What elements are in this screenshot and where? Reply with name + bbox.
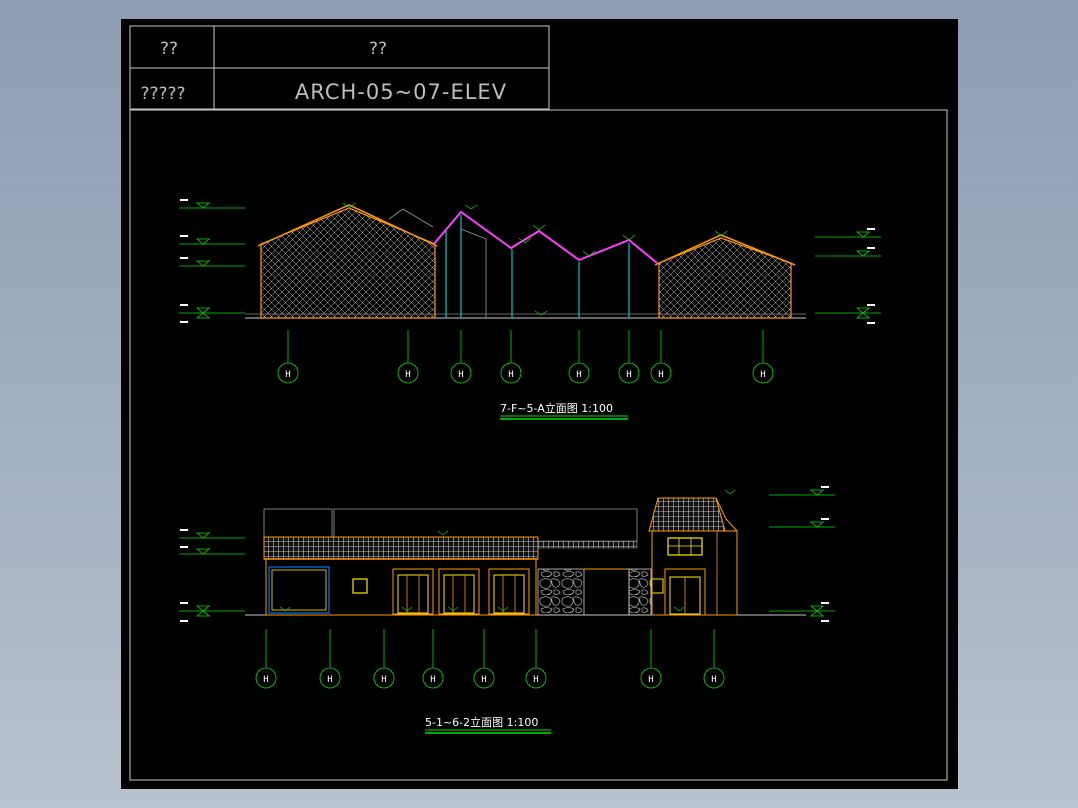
grid-label-bottom-2: H: [327, 675, 332, 685]
grid-label-top-6: H: [626, 370, 631, 380]
grid-label-bottom-7: H: [648, 675, 653, 685]
grid-label-bottom-3: H: [381, 675, 386, 685]
left-gable-building: [260, 207, 436, 319]
cad-canvas: ?? ?? ????? ARCH-05~07-ELEV H H H H H H …: [129, 25, 948, 781]
title-block-cell-3: ?????: [140, 84, 185, 104]
stone-wall-left: [537, 568, 585, 616]
stone-wall-right: [628, 568, 652, 616]
drawing-number: ARCH-05~07-ELEV: [295, 80, 507, 104]
tower-roof: [648, 497, 726, 532]
grid-axes-bottom: [255, 629, 725, 689]
grid-label-top-7: H: [658, 370, 663, 380]
bottom-elevation-title: 5-1~6-2立面图 1:100: [425, 715, 538, 729]
title-block-cell-2: ??: [369, 39, 387, 59]
long-building-roof: [263, 536, 539, 560]
title-block-cell-1: ??: [160, 39, 178, 59]
top-elevation: H H H H H H H H 7-F~5-A立面图 1:100: [179, 199, 881, 420]
steel-columns: [445, 215, 630, 318]
grid-label-top-1: H: [285, 370, 290, 380]
grid-label-bottom-6: H: [533, 675, 538, 685]
grid-label-bottom-8: H: [711, 675, 716, 685]
grid-label-top-8: H: [760, 370, 765, 380]
grid-label-top-4: H: [508, 370, 513, 380]
level-markers-left-top: [179, 202, 245, 319]
grid-label-top-5: H: [576, 370, 581, 380]
grid-label-top-3: H: [458, 370, 463, 380]
grid-label-bottom-1: H: [263, 675, 268, 685]
right-gable-building: [658, 237, 792, 319]
bottom-elevation: H H H H H H H H 5-1~6-2立面图 1:100: [179, 486, 835, 734]
drawing-sheet: ?? ?? ????? ARCH-05~07-ELEV H H H H H H …: [121, 19, 958, 789]
grid-axes-top: [277, 330, 774, 384]
grid-label-bottom-5: H: [481, 675, 486, 685]
top-elevation-title: 7-F~5-A立面图 1:100: [500, 401, 613, 415]
grid-label-bottom-4: H: [430, 675, 435, 685]
grid-label-top-2: H: [405, 370, 410, 380]
sawtooth-roof: [432, 210, 658, 264]
